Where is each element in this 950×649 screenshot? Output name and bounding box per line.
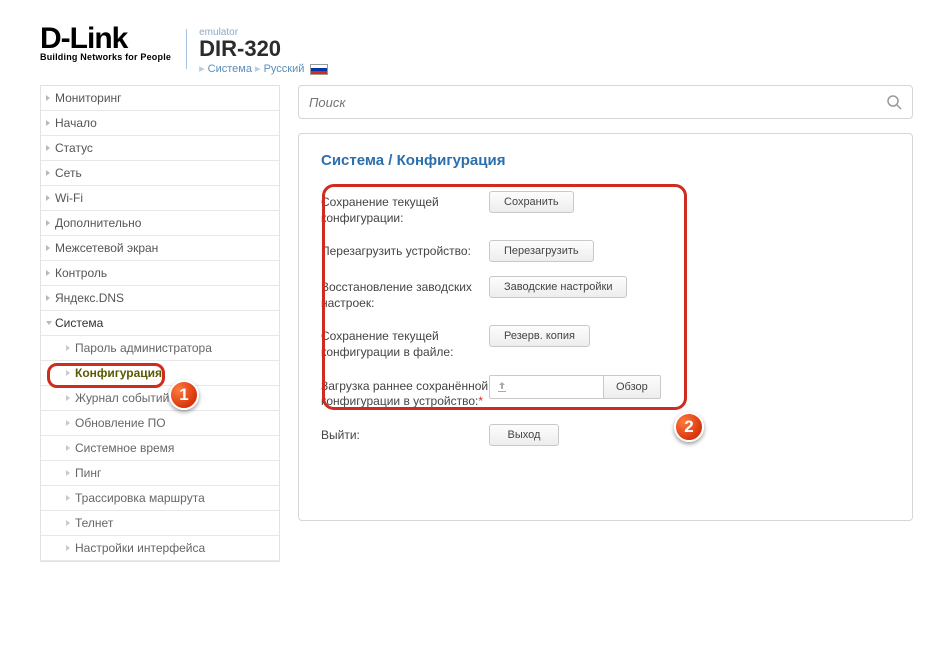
logo-tagline: Building Networks for People xyxy=(40,52,171,62)
model-name: DIR-320 xyxy=(199,38,328,60)
header: D-Link Building Networks for People emul… xyxy=(0,0,950,85)
config-panel: Система / Конфигурация Сохранение текуще… xyxy=(298,133,913,521)
search-box[interactable] xyxy=(298,85,913,119)
save-button[interactable]: Сохранить xyxy=(489,191,574,213)
logout-button[interactable]: Выход xyxy=(489,424,559,446)
sidebar-sub-configuration[interactable]: Конфигурация xyxy=(41,361,279,386)
label-factory-reset: Восстановление заводских настроек: xyxy=(321,276,489,311)
sidebar-sub-interface-settings[interactable]: Настройки интерфейса xyxy=(41,536,279,561)
sidebar-item-start[interactable]: Начало xyxy=(41,111,279,136)
label-restore: Загрузка раннее сохранённой конфигурации… xyxy=(321,375,489,410)
sidebar-item-advanced[interactable]: Дополнительно xyxy=(41,211,279,236)
sidebar-item-wifi[interactable]: Wi-Fi xyxy=(41,186,279,211)
sidebar-item-monitoring[interactable]: Мониторинг xyxy=(41,86,279,111)
annotation-badge-2: 2 xyxy=(674,412,704,442)
sidebar-item-network[interactable]: Сеть xyxy=(41,161,279,186)
label-logout: Выйти: xyxy=(321,424,489,444)
crumb-system[interactable]: Система xyxy=(208,63,252,75)
sidebar-item-system[interactable]: Система xyxy=(41,311,279,336)
factory-reset-button[interactable]: Заводские настройки xyxy=(489,276,627,298)
sidebar-sub-ping[interactable]: Пинг xyxy=(41,461,279,486)
panel-title: Система / Конфигурация xyxy=(321,152,890,169)
sidebar: Мониторинг Начало Статус Сеть Wi-Fi Допо… xyxy=(40,85,280,562)
sidebar-sub-admin-password[interactable]: Пароль администратора xyxy=(41,336,279,361)
breadcrumb: ▸Система ▸Русский xyxy=(199,62,328,75)
reboot-button[interactable]: Перезагрузить xyxy=(489,240,594,262)
crumb-language[interactable]: Русский xyxy=(264,63,305,75)
sidebar-item-yandexdns[interactable]: Яндекс.DNS xyxy=(41,286,279,311)
sidebar-sub-event-log[interactable]: Журнал событий xyxy=(41,386,279,411)
browse-button[interactable]: Обзор xyxy=(604,375,661,399)
flag-icon[interactable] xyxy=(310,64,328,75)
sidebar-item-control[interactable]: Контроль xyxy=(41,261,279,286)
sidebar-item-status[interactable]: Статус xyxy=(41,136,279,161)
sidebar-sub-traceroute[interactable]: Трассировка маршрута xyxy=(41,486,279,511)
label-backup: Сохранение текущей конфигурации в файле: xyxy=(321,325,489,360)
search-icon xyxy=(886,94,902,110)
search-input[interactable] xyxy=(309,95,886,110)
annotation-badge-1: 1 xyxy=(169,380,199,410)
sidebar-sub-telnet[interactable]: Телнет xyxy=(41,511,279,536)
upload-icon xyxy=(496,381,508,393)
backup-button[interactable]: Резерв. копия xyxy=(489,325,590,347)
upload-field[interactable] xyxy=(489,375,604,399)
divider xyxy=(186,29,187,69)
label-save-config: Сохранение текущей конфигурации: xyxy=(321,191,489,226)
label-reboot: Перезагрузить устройство: xyxy=(321,240,489,260)
sidebar-sub-firmware[interactable]: Обновление ПО xyxy=(41,411,279,436)
sidebar-sub-system-time[interactable]: Системное время xyxy=(41,436,279,461)
logo-block: D-Link Building Networks for People xyxy=(40,25,171,62)
sidebar-item-firewall[interactable]: Межсетевой экран xyxy=(41,236,279,261)
logo-text: D-Link xyxy=(40,25,171,52)
model-block: emulator DIR-320 ▸Система ▸Русский xyxy=(199,27,328,75)
